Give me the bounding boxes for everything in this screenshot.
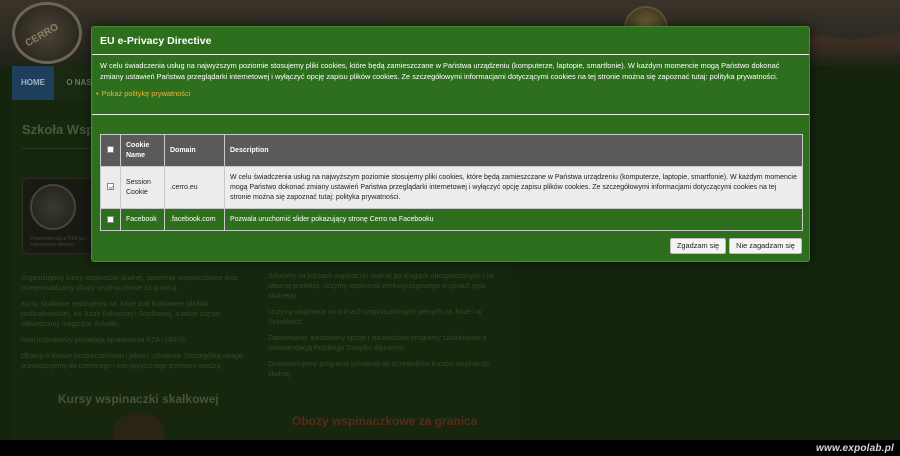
cookie-description-cell: W celu świadczenia usług na najwyższym p…: [224, 166, 803, 209]
table-row: Session Cookie .cerro.eu W celu świadcze…: [100, 166, 803, 209]
intro-paragraph: Nasi instruktorzy posiadają uprawnienia …: [21, 337, 188, 344]
header-cookie-name: Cookie Name: [120, 134, 165, 167]
modal-body-text: W celu świadczenia usług na najwyższym p…: [100, 61, 780, 81]
header-description: Description: [224, 134, 803, 167]
header-domain: Domain: [164, 134, 225, 167]
modal-title: EU e-Privacy Directive: [100, 35, 212, 47]
row-checkbox-cell: [100, 166, 121, 209]
instructor-seal-icon: [30, 184, 76, 230]
section-heading-courses: Kursy wspinaczki skałkowej: [58, 392, 219, 406]
table-row: Facebook .facebook.com Pozwala uruchomić…: [100, 208, 803, 231]
bullet-icon: •: [96, 89, 99, 98]
privacy-policy-link-label: Pokaż politykę prywatności: [101, 89, 191, 98]
header-checkbox-cell: [100, 134, 121, 167]
privacy-policy-link[interactable]: • Pokaż politykę prywatności: [96, 89, 190, 98]
cookie-name-cell: Facebook: [120, 208, 165, 231]
section-heading-camps: Obozy wspinaczkowe za granica: [292, 414, 478, 428]
privacy-modal: EU e-Privacy Directive W celu świadczeni…: [91, 26, 810, 262]
facebook-cookie-checkbox[interactable]: [107, 215, 114, 223]
cookie-description-cell: Pozwala uruchomić slider pokazujący stro…: [224, 208, 803, 231]
intro-paragraph: Organizujemy kursy wspinaczki skalnej, s…: [21, 275, 239, 292]
intro-left-column: Organizujemy kursy wspinaczki skalnej, s…: [21, 274, 259, 378]
session-cookie-checkbox[interactable]: [107, 183, 114, 191]
intro-paragraph: Uczymy wspinania na kursach wspinaczkowy…: [268, 309, 482, 326]
instructor-caption: Przewodnicząca PZA ga i wykonawca zbrodn…: [30, 236, 87, 248]
nav-item-home[interactable]: HOME: [12, 66, 54, 100]
intro-right-column: Szkolimy na kursach wspinaczki skalnej p…: [268, 272, 504, 386]
cookie-domain-cell: .facebook.com: [164, 208, 225, 231]
select-all-checkbox[interactable]: [107, 146, 114, 154]
intro-paragraph: Dbamy o Wasze bezpieczeństwo i jakość sz…: [21, 353, 243, 370]
watermark: www.expolab.pl: [816, 443, 894, 454]
page-title: Szkoła Wsp: [22, 122, 95, 137]
reject-cookies-button[interactable]: Nie zagadzam się: [729, 238, 802, 254]
intro-paragraph: Dostosowujemy programy szkolenia do ucze…: [268, 361, 490, 378]
row-checkbox-cell: [100, 208, 121, 231]
intro-paragraph: Kursy skałkowe realizujemy na Jurze pod …: [21, 301, 220, 328]
bottom-bar: [0, 440, 900, 456]
table-header-row: Cookie Name Domain Description: [100, 134, 803, 167]
accept-cookies-button[interactable]: Zgadzam się: [670, 238, 726, 254]
modal-divider: [92, 114, 809, 115]
cookie-table: Cookie Name Domain Description Session C…: [100, 134, 803, 231]
intro-paragraph: Szkolimy na kursach wspinaczki skalnej p…: [268, 273, 495, 300]
intro-paragraph: Zapewniamy atestowany sprzęt i sprawdzon…: [268, 335, 487, 352]
cookie-domain-cell: .cerro.eu: [164, 166, 225, 209]
cookie-name-cell: Session Cookie: [120, 166, 165, 209]
modal-divider: [92, 54, 809, 55]
